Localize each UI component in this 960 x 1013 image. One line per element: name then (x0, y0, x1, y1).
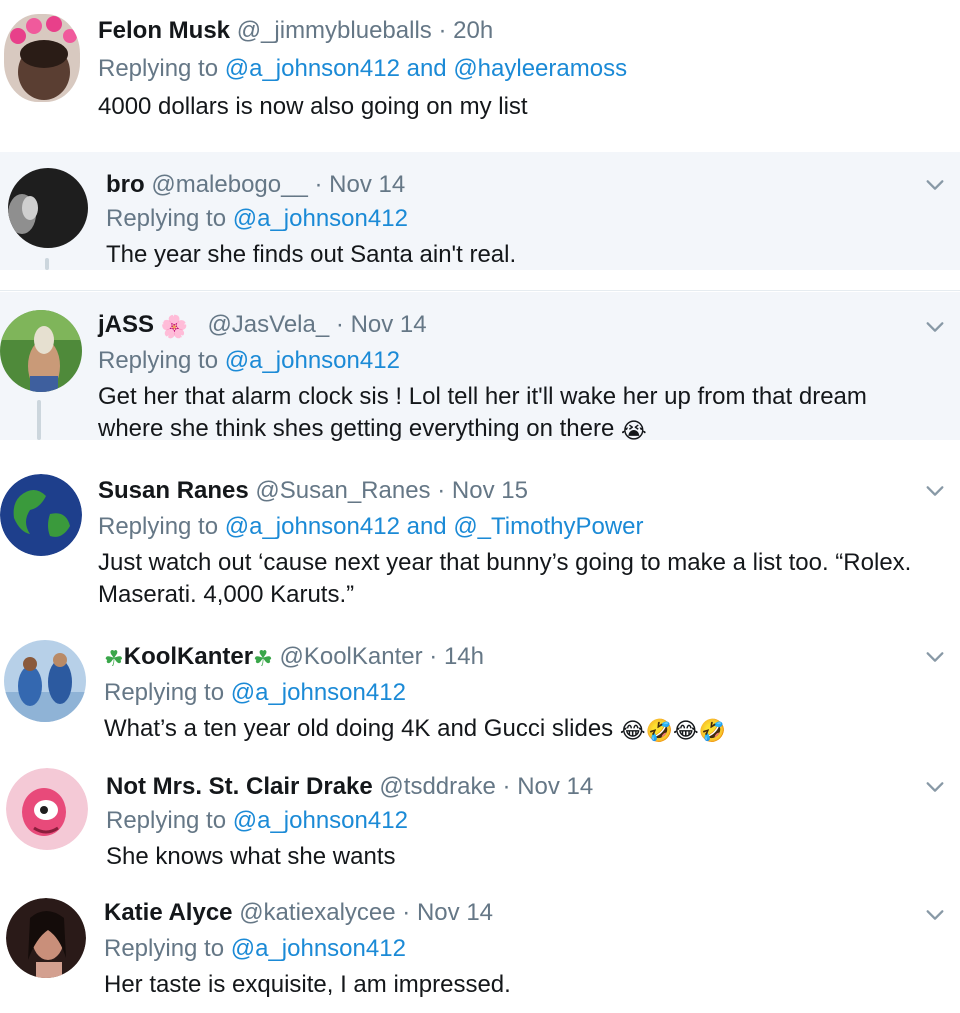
replying-to-label: Replying to (106, 205, 227, 232)
replying-to-label: Replying to (104, 679, 225, 706)
mention-link[interactable]: @a_johnson412 (233, 807, 408, 834)
mention-link[interactable]: @a_johnson412 (233, 205, 408, 232)
thread-line (45, 258, 49, 270)
replying-to-label: Replying to (98, 347, 219, 374)
mention-link[interactable]: @a_johnson412 (225, 55, 400, 82)
reply-text: where she think shes getting everything … (98, 415, 615, 442)
mention-link[interactable]: @a_johnson412 (231, 935, 406, 962)
chevron-down-icon[interactable] (924, 316, 946, 338)
reply-text: The year she finds out Santa ain't real. (106, 241, 517, 268)
tears-of-joy-icon: 😂 (672, 718, 699, 743)
display-name[interactable]: Susan Ranes (98, 477, 249, 504)
display-name[interactable]: KoolKanter (124, 643, 253, 670)
reply-text-line: Just watch out ‘cause next year that bun… (98, 549, 912, 576)
separator: · (437, 477, 446, 504)
cherry-blossom-icon: 🌸 (160, 314, 189, 339)
reply-text-line: where she think shes getting everything … (98, 414, 938, 444)
reply-card[interactable]: Susan Ranes @Susan_Ranes · Nov 15 Replyi… (0, 460, 960, 620)
shamrock-icon: ☘ (253, 646, 273, 671)
timestamp[interactable]: Nov 14 (417, 899, 493, 926)
handle[interactable]: @katiexalycee (239, 899, 395, 926)
display-name[interactable]: bro (106, 171, 145, 198)
mention-link[interactable]: @a_johnson412 (225, 347, 400, 374)
chevron-down-icon[interactable] (924, 776, 946, 798)
reply-text: She knows what she wants (106, 843, 396, 870)
avatar[interactable] (4, 640, 86, 722)
avatar[interactable] (6, 768, 88, 850)
and-text: and (406, 55, 447, 82)
chevron-down-icon[interactable] (924, 174, 946, 196)
mention-link[interactable]: @a_johnson412 (231, 679, 406, 706)
chevron-down-icon[interactable] (924, 480, 946, 502)
reply-text-line: Get her that alarm clock sis ! Lol tell … (98, 383, 867, 410)
reply-text-line: Maserati. 4,000 Karuts.” (98, 581, 355, 608)
avatar[interactable] (4, 14, 80, 102)
avatar[interactable] (8, 168, 88, 248)
replying-to-label: Replying to (98, 513, 219, 540)
timestamp[interactable]: Nov 15 (452, 477, 528, 504)
chevron-down-icon[interactable] (924, 904, 946, 926)
mention-link[interactable]: @a_johnson412 (225, 513, 400, 540)
separator: · (335, 311, 344, 338)
replies-feed: Felon Musk @_jimmyblueballs · 20h Replyi… (0, 0, 960, 1013)
shamrock-icon: ☘ (104, 646, 124, 671)
rolling-laughing-icon: 🤣 (698, 718, 727, 743)
reply-text-line: What’s a ten year old doing 4K and Gucci… (104, 714, 944, 744)
display-name[interactable]: Not Mrs. St. Clair Drake (106, 773, 373, 800)
separator: · (314, 171, 323, 198)
replying-to-label: Replying to (104, 935, 225, 962)
handle[interactable]: @tsddrake (379, 773, 495, 800)
mention-link[interactable]: @_TimothyPower (453, 513, 643, 540)
separator: · (502, 773, 511, 800)
timestamp[interactable]: Nov 14 (329, 171, 405, 198)
rolling-laughing-icon: 🤣 (645, 718, 673, 743)
timestamp[interactable]: Nov 14 (351, 311, 427, 338)
reply-card[interactable]: jASS 🌸 @JasVela_ · Nov 14 Replying to @a… (0, 292, 960, 443)
mention-link[interactable]: @hayleeramoss (453, 55, 627, 82)
timestamp[interactable]: 14h (444, 643, 484, 670)
reply-text: Her taste is exquisite, I am impressed. (104, 971, 511, 998)
handle[interactable]: @KoolKanter (279, 643, 422, 670)
divider (0, 290, 960, 291)
handle[interactable]: @_jimmyblueballs (237, 17, 432, 44)
separator: · (402, 899, 411, 926)
reply-card[interactable]: ☘KoolKanter☘ @KoolKanter · 14h Replying … (0, 626, 960, 754)
display-name[interactable]: Felon Musk (98, 17, 230, 44)
display-name[interactable]: jASS (98, 311, 154, 338)
reply-card[interactable]: Katie Alyce @katiexalycee · Nov 14 Reply… (0, 884, 960, 1013)
handle[interactable]: @JasVela_ (207, 311, 329, 338)
replying-to-label: Replying to (106, 807, 227, 834)
reply-card[interactable]: Felon Musk @_jimmyblueballs · 20h Replyi… (0, 0, 960, 150)
timestamp[interactable]: Nov 14 (517, 773, 593, 800)
thread-line (37, 400, 41, 440)
timestamp[interactable]: 20h (453, 17, 493, 44)
avatar[interactable] (6, 898, 86, 978)
separator: · (429, 643, 438, 670)
chevron-down-icon[interactable] (924, 646, 946, 668)
reply-text: What’s a ten year old doing 4K and Gucci… (104, 715, 614, 742)
handle[interactable]: @Susan_Ranes (255, 477, 430, 504)
crying-face-icon: 😭 (621, 418, 647, 443)
replying-to-label: Replying to (98, 55, 219, 82)
separator: · (438, 17, 447, 44)
avatar[interactable] (0, 474, 82, 556)
reply-text: 4000 dollars is now also going on my lis… (98, 93, 528, 120)
display-name[interactable]: Katie Alyce (104, 899, 233, 926)
and-text: and (406, 513, 447, 540)
reply-card[interactable]: Not Mrs. St. Clair Drake @tsddrake · Nov… (0, 756, 960, 880)
tears-of-joy-icon: 😂 (619, 718, 646, 743)
avatar[interactable] (0, 310, 82, 392)
reply-card[interactable]: bro @malebogo__ · Nov 14 Replying to @a_… (0, 152, 960, 270)
handle[interactable]: @malebogo__ (151, 171, 307, 198)
